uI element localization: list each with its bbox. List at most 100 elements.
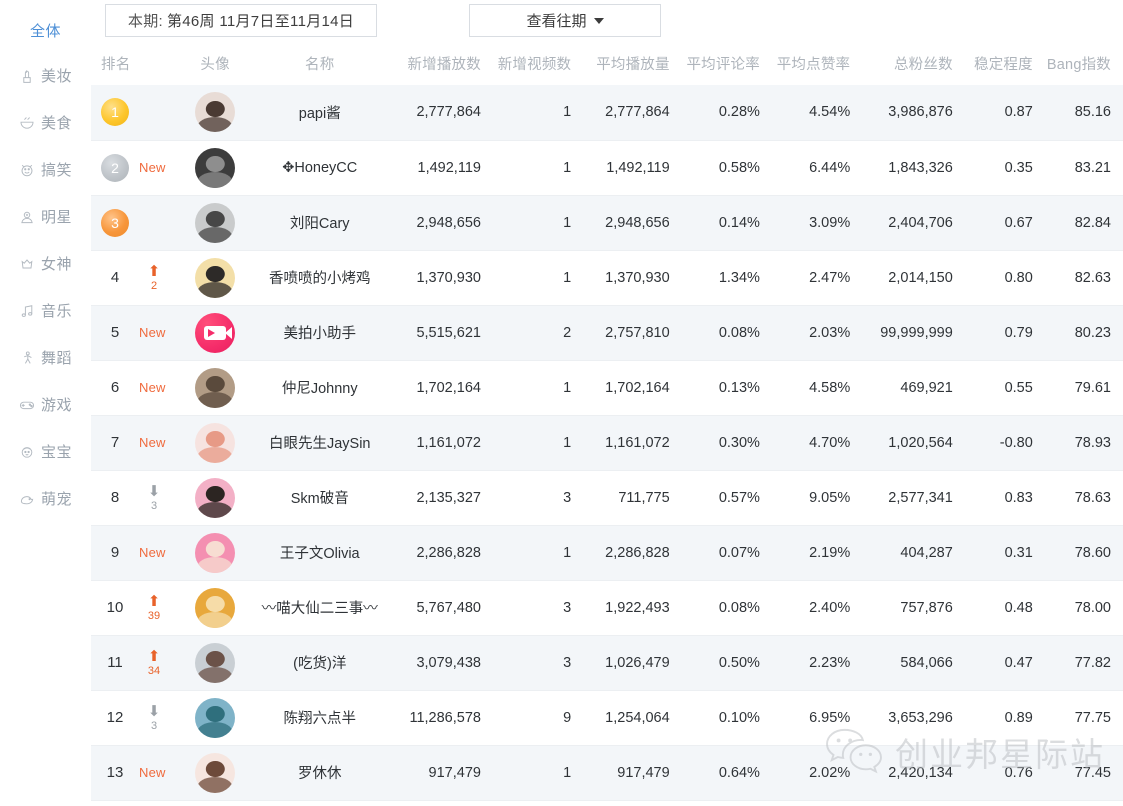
col-header-like-rate[interactable]: 平均点赞率 (766, 41, 856, 85)
avatar[interactable] (195, 752, 236, 793)
table-row[interactable]: 7 New 白眼先生JaySin 1,161,072 1 1,161,072 0.30% 4.… (91, 415, 1123, 470)
table-row[interactable]: 10 ⬆ 39 〰喵大仙二三事〰 5,767,480 3 1,922,493 0.08% 2.4… (91, 580, 1123, 635)
avatar-face (205, 596, 225, 613)
avatar-face (205, 706, 225, 723)
rank-change: ⬇ 3 (139, 484, 169, 512)
cell-name[interactable]: 白眼先生JaySin (253, 415, 387, 470)
table-row[interactable]: 13 New 罗休休 917,479 1 917,479 0.64% 2.02% 2,420,1… (91, 745, 1123, 800)
cell-total-fans: 3,653,296 (888, 709, 953, 726)
cell-bang-index: 79.61 (1074, 379, 1111, 396)
cell-avg-comment-rate: 0.57% (718, 489, 760, 506)
avatar[interactable] (195, 532, 236, 573)
sidebar-item-cat-1[interactable]: 美妆 (0, 52, 91, 99)
col-header-name[interactable]: 名称 (253, 41, 386, 85)
sidebar-item-label: 宝宝 (40, 444, 72, 461)
cell-avg-like-rate: 9.05% (809, 489, 851, 506)
cell-bang-index: 85.16 (1038, 85, 1123, 140)
col-header-stability[interactable]: 稳定程度 (959, 41, 1039, 85)
cell-name[interactable]: 王子文Olivia (253, 525, 387, 580)
table-row[interactable]: 4 ⬆ 2 香喷喷的小烤鸡 1,370,930 1 1,370,930 1.34% 2.47% 2… (91, 250, 1123, 305)
table-row[interactable]: 12 ⬇ 3 陈翔六点半 11,286,578 9 1,254,064 0.10% 6.95% 3… (91, 690, 1123, 745)
cell-name[interactable]: 刘阳Cary (253, 195, 387, 250)
cell-name[interactable]: papi酱 (253, 85, 387, 140)
cell-bang-index: 80.23 (1038, 305, 1123, 360)
col-header-new-videos[interactable]: 新增视频数 (487, 41, 577, 85)
col-header-rank[interactable]: 排名 (91, 41, 177, 85)
cell-new-videos: 3 (486, 635, 578, 690)
table-row[interactable]: 11 ⬆ 34 (吃货)洋 3,079,438 3 1,026,479 0.50% 2.23% 5… (91, 635, 1123, 690)
period-label: 本期: (127, 13, 163, 30)
sidebar-item-cat-4[interactable]: 明星 (0, 193, 91, 240)
pet-icon (19, 490, 36, 507)
sidebar-item-cat-8[interactable]: 游戏 (0, 381, 91, 428)
cell-stability: 0.89 (1004, 709, 1033, 726)
avatar[interactable] (195, 477, 236, 518)
cell-name[interactable]: (吃货)洋 (253, 635, 387, 690)
cell-name[interactable]: 陈翔六点半 (253, 690, 386, 745)
avatar-face (205, 761, 225, 778)
sidebar-item-cat-10[interactable]: 萌宠 (0, 475, 91, 522)
avatar[interactable] (195, 587, 236, 628)
avatar[interactable] (195, 422, 236, 463)
cell-name[interactable]: 香喷喷的小烤鸡 (253, 250, 386, 305)
cell-name[interactable]: Skm破音 (253, 470, 386, 525)
sidebar-item-cat-6[interactable]: 音乐 (0, 287, 91, 334)
rank-number: 5 (110, 324, 120, 341)
table-row[interactable]: 5 New 美拍小助手 5,515,621 2 2,757,810 0.08% 2.03% 99… (91, 305, 1123, 360)
table-row[interactable]: 9 New 王子文Olivia 2,286,828 1 2,286,828 0.07% 2.1… (91, 525, 1123, 580)
avatar[interactable] (195, 92, 236, 133)
new-badge: New (139, 765, 166, 780)
cell-new-plays: 2,286,828 (386, 525, 487, 580)
avatar[interactable] (195, 642, 236, 683)
cell-name[interactable]: 罗休休 (253, 745, 387, 800)
rank-change-value: 3 (150, 719, 158, 732)
sidebar-item-cat-2[interactable]: 美食 (0, 99, 91, 146)
cell-stability: 0.35 (1004, 159, 1033, 176)
col-header-total-fans[interactable]: 总粉丝数 (856, 41, 959, 85)
avatar[interactable] (195, 147, 236, 188)
sidebar-item-cat-3[interactable]: 搞笑 (0, 146, 91, 193)
cell-name[interactable]: 美拍小助手 (253, 305, 387, 360)
cell-total-fans: 2,420,134 (856, 745, 959, 800)
avatar[interactable] (195, 202, 236, 243)
cell-total-fans: 2,577,341 (888, 489, 953, 506)
rank-change: ⬇ 3 (139, 704, 169, 732)
col-header-comment-rate[interactable]: 平均评论率 (676, 41, 766, 85)
avatar[interactable] (195, 257, 236, 298)
rank-change-value: 3 (150, 499, 158, 512)
cell-bang-index: 77.82 (1038, 635, 1123, 690)
avatar[interactable] (195, 697, 236, 738)
cell-avg-like-rate: 6.95% (809, 709, 851, 726)
avatar[interactable] (195, 312, 236, 353)
col-header-avg-plays[interactable]: 平均播放量 (577, 41, 675, 85)
new-badge: New (139, 160, 166, 175)
table-row[interactable]: 3 刘阳Cary 2,948,656 1 2,948,656 0.14% 3.09% 2,40… (91, 195, 1123, 250)
cell-name[interactable]: 〰喵大仙二三事〰 (253, 580, 386, 635)
sidebar-item-cat-7[interactable]: 舞蹈 (0, 334, 91, 381)
cell-name[interactable]: ✥HoneyCC (253, 140, 386, 195)
sidebar-item-label: 明星 (40, 209, 72, 226)
cell-total-fans: 584,066 (856, 635, 959, 690)
table-row[interactable]: 8 ⬇ 3 Skm破音 2,135,327 3 711,775 0.57% 9.05% 2,577… (91, 470, 1123, 525)
table-row[interactable]: 2 New ✥HoneyCC 1,492,119 1 1,492,119 0.58% 6.44… (91, 140, 1123, 195)
cell-total-fans: 2,404,706 (856, 195, 959, 250)
sidebar-item-cat-9[interactable]: 宝宝 (0, 428, 91, 475)
cell-avg-plays: 2,777,864 (577, 85, 676, 140)
col-header-bang-index[interactable]: Bang指数 (1039, 41, 1123, 85)
avatar[interactable] (195, 367, 236, 408)
avatar-body (197, 502, 233, 518)
col-header-new-plays[interactable]: 新增播放数 (386, 41, 487, 85)
view-history-button[interactable]: 查看往期 (469, 4, 661, 37)
col-header-avatar[interactable]: 头像 (177, 41, 253, 85)
cell-total-fans: 469,921 (900, 379, 953, 396)
sidebar-item-cat-5[interactable]: 女神 (0, 240, 91, 287)
cell-rank: 8 ⬇ 3 (91, 470, 177, 525)
sidebar-item-all[interactable]: 全体 (0, 12, 91, 52)
rank-number: 8 (110, 489, 120, 506)
cell-name[interactable]: 仲尼Johnny (253, 360, 386, 415)
cell-avatar (177, 415, 254, 470)
arrow-up-icon: ⬆ (147, 647, 161, 665)
table-row[interactable]: 6 New 仲尼Johnny 1,702,164 1 1,702,164 0.13% 4.58… (91, 360, 1123, 415)
cell-stability: 0.67 (958, 195, 1039, 250)
table-row[interactable]: 1 papi酱 2,777,864 1 2,777,864 0.28% 4.54% 3,986… (91, 85, 1123, 140)
